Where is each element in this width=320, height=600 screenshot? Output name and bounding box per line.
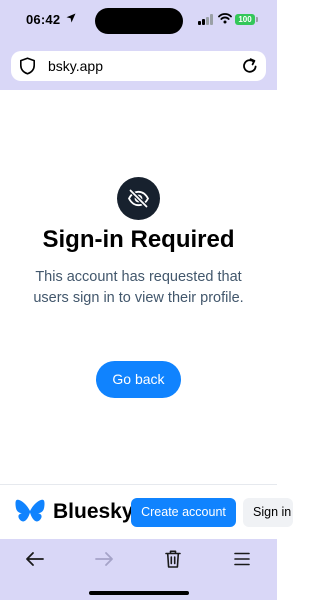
- battery-cap: [256, 17, 258, 22]
- trash-icon[interactable]: [161, 547, 185, 571]
- battery-icon: 100: [235, 14, 255, 25]
- create-account-button[interactable]: Create account: [131, 498, 236, 527]
- back-arrow-icon[interactable]: [23, 547, 47, 571]
- status-time: 06:42: [26, 12, 61, 27]
- location-arrow-icon: [66, 13, 76, 23]
- brand-name: Bluesky: [53, 500, 134, 523]
- forward-arrow-icon[interactable]: [92, 547, 116, 571]
- wifi-icon: [218, 13, 232, 24]
- status-bar: 06:42 100: [0, 0, 277, 40]
- browser-bottom-toolbar: [0, 539, 277, 600]
- menu-icon[interactable]: [230, 547, 254, 571]
- url-text: bsky.app: [48, 58, 103, 74]
- butterfly-icon: [15, 499, 45, 522]
- page-description: This account has requested that users si…: [33, 269, 244, 306]
- sign-in-button[interactable]: Sign in: [243, 498, 293, 527]
- signup-banner: Bluesky Create account Sign in: [0, 484, 293, 539]
- eye-slash-icon: [127, 188, 150, 209]
- browser-top-chrome: 06:42 100 bsky.app: [0, 0, 277, 90]
- reload-icon[interactable]: [241, 57, 259, 75]
- go-back-button[interactable]: Go back: [96, 361, 181, 398]
- signal-icon: [198, 14, 214, 25]
- dynamic-island: [95, 8, 183, 34]
- home-indicator: [89, 591, 189, 595]
- shield-icon: [20, 57, 35, 75]
- hidden-profile-badge: [117, 177, 160, 220]
- url-bar[interactable]: bsky.app: [11, 51, 266, 81]
- page-title: Sign-in Required: [42, 226, 235, 253]
